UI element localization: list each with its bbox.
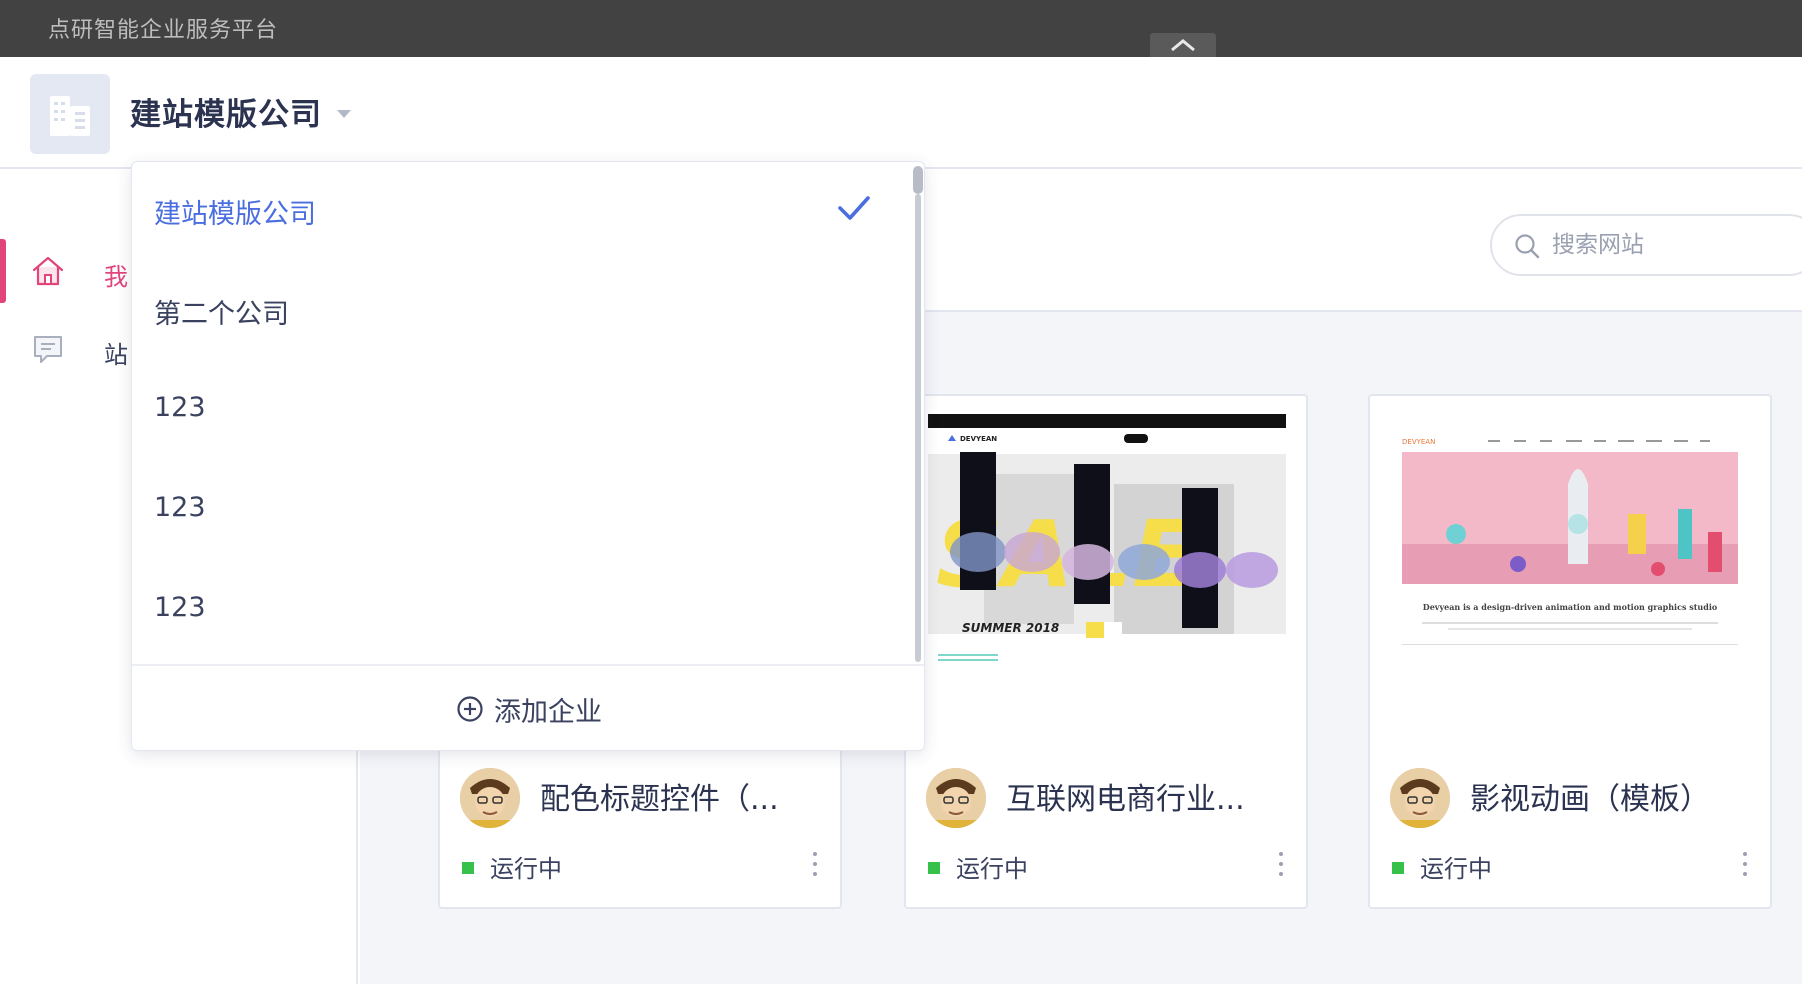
status-indicator bbox=[1392, 862, 1404, 874]
add-company-button[interactable]: 添加企业 bbox=[456, 690, 602, 729]
company-option-label: 第二个公司 bbox=[154, 299, 289, 330]
checkmark-icon bbox=[838, 196, 870, 220]
status-indicator bbox=[462, 862, 474, 874]
site-title: 配色标题控件（... bbox=[540, 782, 779, 817]
collapse-header-button[interactable] bbox=[1150, 33, 1216, 57]
company-option[interactable]: 123 bbox=[132, 462, 912, 562]
more-vertical-icon[interactable] bbox=[1278, 852, 1284, 876]
more-vertical-icon[interactable] bbox=[1742, 852, 1748, 876]
company-option-label: 建站模版公司 bbox=[154, 199, 316, 230]
sidebar-item-label: 站 bbox=[104, 341, 128, 369]
site-card[interactable]: DEVYEAN SALE SUMMER 2018 互联网电商行业... 运 bbox=[904, 394, 1308, 909]
avatar bbox=[926, 768, 986, 828]
sidebar-item-label: 我 bbox=[104, 263, 128, 291]
avatar bbox=[460, 768, 520, 828]
search-box[interactable] bbox=[1490, 214, 1802, 276]
plus-circle-icon bbox=[457, 696, 483, 722]
message-icon bbox=[34, 336, 62, 363]
company-option[interactable]: 第二个公司 bbox=[132, 262, 912, 362]
company-option[interactable]: 123 bbox=[132, 362, 912, 462]
site-title: 互联网电商行业... bbox=[1006, 782, 1245, 817]
caret-down-icon[interactable] bbox=[337, 110, 351, 118]
building-icon bbox=[50, 96, 90, 136]
thumb-brand: DEVYEAN bbox=[1402, 438, 1435, 446]
dropdown-footer: 添加企业 bbox=[132, 664, 924, 750]
site-card[interactable]: DEVYEAN Devyean is a design-driven anima… bbox=[1368, 394, 1772, 909]
company-option[interactable]: 123 bbox=[132, 562, 912, 662]
company-option[interactable]: 建站模版公司 bbox=[132, 162, 912, 262]
site-title: 影视动画（模板） bbox=[1470, 782, 1710, 817]
avatar bbox=[1390, 768, 1450, 828]
thumb-caption: SUMMER 2018 bbox=[962, 621, 1059, 635]
search-icon bbox=[1515, 234, 1540, 259]
scrollbar-track[interactable] bbox=[915, 194, 921, 662]
company-option-label: 123 bbox=[154, 592, 206, 623]
thumb-tagline: Devyean is a design-driven animation and… bbox=[1423, 602, 1718, 612]
site-thumbnail: DEVYEAN Devyean is a design-driven anima… bbox=[1388, 414, 1752, 664]
active-indicator bbox=[0, 239, 6, 303]
add-company-label: 添加企业 bbox=[494, 696, 602, 728]
platform-title: 点研智能企业服务平台 bbox=[48, 18, 279, 43]
site-thumbnail: DEVYEAN SALE SUMMER 2018 bbox=[924, 414, 1288, 664]
status-text: 运行中 bbox=[490, 855, 562, 883]
scrollbar-grip[interactable] bbox=[913, 166, 923, 194]
status-indicator bbox=[928, 862, 940, 874]
company-option-label: 123 bbox=[154, 492, 206, 523]
thumb-brand: DEVYEAN bbox=[960, 435, 997, 443]
header: 建站模版公司 bbox=[0, 57, 1802, 169]
status-text: 运行中 bbox=[956, 855, 1028, 883]
dropdown-scrollbar[interactable] bbox=[913, 164, 923, 664]
company-list: 建站模版公司 第二个公司 123 123 123 bbox=[132, 162, 924, 664]
home-icon bbox=[32, 256, 64, 286]
company-switcher[interactable]: 建站模版公司 bbox=[130, 89, 322, 134]
search-input[interactable] bbox=[1552, 228, 1792, 262]
chevron-up-icon bbox=[1171, 39, 1195, 52]
company-dropdown: 建站模版公司 第二个公司 123 123 123 添加企业 bbox=[131, 161, 925, 751]
company-option-label: 123 bbox=[154, 392, 206, 423]
more-vertical-icon[interactable] bbox=[812, 852, 818, 876]
company-logo bbox=[30, 74, 110, 154]
status-text: 运行中 bbox=[1420, 855, 1492, 883]
app-bar: 点研智能企业服务平台 bbox=[0, 0, 1802, 57]
